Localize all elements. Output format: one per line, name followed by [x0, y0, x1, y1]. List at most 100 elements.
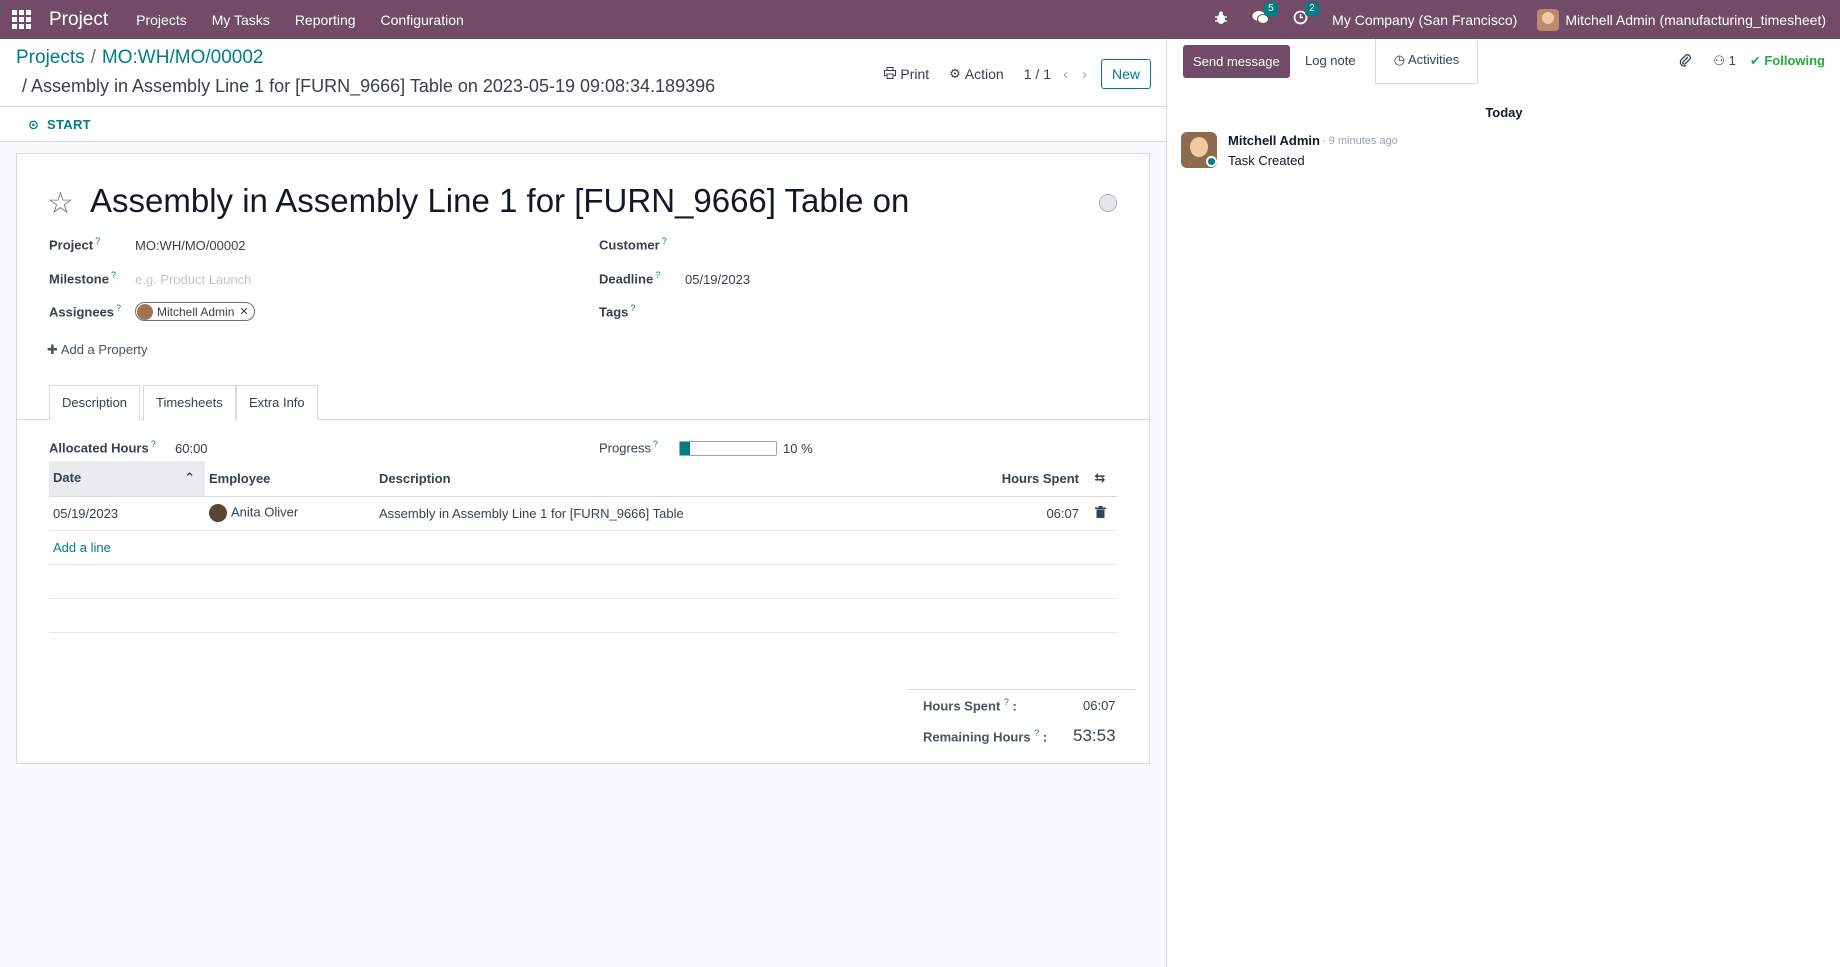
chatter-panel: Send message Log note ◷ Activities ⚇ 1 ✔… [1166, 39, 1840, 967]
top-navbar: Project Projects My Tasks Reporting Conf… [0, 0, 1840, 39]
statusbar: ⊙ START [0, 106, 1166, 142]
row-date[interactable]: 05/19/2023 [49, 496, 205, 531]
printer-icon [884, 66, 897, 82]
row-hours[interactable]: 06:07 [963, 496, 1083, 531]
milestone-label: Milestone? [49, 270, 116, 287]
start-label: START [47, 117, 91, 132]
activities-button[interactable]: ◷ Activities [1375, 39, 1478, 84]
pager-value[interactable]: 1 / 1 [1024, 66, 1051, 82]
pager-previous-icon[interactable]: ‹ [1063, 66, 1068, 83]
messages-count-badge: 5 [1264, 2, 1278, 16]
column-date[interactable]: Date ⌃ [49, 461, 205, 497]
menu-my-tasks[interactable]: My Tasks [212, 12, 270, 28]
timesheet-table: Date ⌃ Employee Description Hours Spent ⇆… [49, 461, 1117, 633]
breadcrumb: Projects / MO:WH/MO/00002 [16, 47, 263, 69]
play-icon: ⊙ [28, 117, 40, 132]
messages-icon[interactable]: 5 [1252, 2, 1278, 29]
date-separator: Today [1485, 105, 1523, 120]
action-label: Action [964, 66, 1004, 82]
breadcrumb-projects[interactable]: Projects [16, 47, 85, 68]
remove-assignee-icon[interactable]: ✕ [239, 305, 248, 318]
attachment-paperclip-icon[interactable] [1679, 52, 1692, 70]
menu-configuration[interactable]: Configuration [381, 12, 464, 28]
user-name: Mitchell Admin (manufacturing_timesheet) [1565, 11, 1826, 28]
tab-extra-info[interactable]: Extra Info [236, 385, 318, 420]
activities-clock-icon[interactable]: 2 [1293, 2, 1319, 29]
breadcrumb-separator: / [90, 47, 96, 68]
assignees-label: Assignees? [49, 303, 122, 320]
apps-menu-icon[interactable] [12, 10, 31, 29]
company-switcher[interactable]: My Company (San Francisco) [1332, 12, 1517, 28]
table-header-row: Date ⌃ Employee Description Hours Spent ⇆ [49, 461, 1117, 497]
user-icon: ⚇ [1713, 53, 1725, 68]
progress-value: 10 % [783, 441, 813, 456]
total-hours-spent-label: Hours Spent ? : [923, 697, 1017, 714]
app-brand[interactable]: Project [49, 9, 108, 31]
action-button[interactable]: ⚙ Action [949, 66, 1004, 82]
chatter-topbar: Send message Log note ◷ Activities ⚇ 1 ✔… [1167, 39, 1840, 84]
control-panel: Projects / MO:WH/MO/00002 / Assembly in As… [0, 39, 1166, 106]
employee-avatar [209, 504, 227, 522]
assignee-tag[interactable]: Mitchell Admin ✕ [135, 302, 255, 321]
remaining-hours-label: Remaining Hours ? : [923, 728, 1048, 745]
followers-button[interactable]: ⚇ 1 [1713, 53, 1736, 69]
add-line-row: Add a line [49, 530, 1117, 565]
menu-projects[interactable]: Projects [136, 12, 187, 28]
pager-next-icon[interactable]: › [1082, 66, 1087, 83]
column-hours-spent[interactable]: Hours Spent [963, 461, 1083, 497]
table-row[interactable]: 05/19/2023 Anita Oliver Assembly in Asse… [49, 496, 1117, 531]
add-property-button[interactable]: ✚ Add a Property [47, 342, 148, 358]
bug-icon[interactable] [1214, 11, 1228, 29]
print-button[interactable]: Print [884, 66, 929, 82]
user-menu[interactable]: Mitchell Admin (manufacturing_timesheet) [1537, 8, 1826, 31]
row-employee[interactable]: Anita Oliver [205, 496, 375, 531]
online-status-icon [1206, 156, 1217, 167]
start-timer-button[interactable]: ⊙ START [28, 117, 91, 133]
priority-star-icon[interactable]: ☆ [47, 186, 74, 221]
allocated-hours-field[interactable]: 60:00 [175, 441, 208, 456]
milestone-field[interactable]: e.g. Product Launch [135, 272, 251, 287]
customer-label: Customer? [599, 236, 667, 253]
tags-label: Tags? [599, 303, 636, 320]
following-button[interactable]: ✔ Following [1750, 53, 1825, 69]
clock-icon: ◷ [1393, 52, 1406, 67]
message-body: Task Created [1228, 153, 1305, 168]
print-label: Print [900, 66, 930, 82]
deadline-label: Deadline? [599, 270, 661, 287]
tab-description[interactable]: Description [49, 385, 141, 420]
optional-columns-icon[interactable]: ⇆ [1083, 461, 1117, 497]
log-note-button[interactable]: Log note [1305, 53, 1356, 68]
totals-divider [907, 689, 1135, 690]
form-sheet: ☆ Assembly in Assembly Line 1 for [FURN_… [16, 153, 1151, 764]
progress-label: Progress? [599, 439, 659, 456]
breadcrumb-project[interactable]: MO:WH/MO/00002 [102, 47, 264, 68]
message-author[interactable]: Mitchell Admin [1228, 133, 1320, 148]
send-message-button[interactable]: Send message [1183, 45, 1290, 78]
notebook-tabs: Description Timesheets Extra Info [17, 385, 1151, 421]
empty-row [49, 598, 1117, 633]
new-button[interactable]: New [1100, 59, 1151, 89]
trash-icon[interactable] [1083, 496, 1117, 531]
task-name-input[interactable]: Assembly in Assembly Line 1 for [FURN_96… [90, 182, 909, 220]
tab-timesheets[interactable]: Timesheets [143, 385, 236, 421]
row-description[interactable]: Assembly in Assembly Line 1 for [FURN_96… [375, 496, 963, 531]
progress-bar-fill [680, 442, 690, 455]
plus-icon: ✚ [47, 342, 58, 357]
activities-count-badge: 2 [1305, 2, 1319, 16]
user-avatar [1537, 8, 1560, 31]
total-hours-spent-value: 06:07 [1083, 698, 1116, 713]
gear-icon: ⚙ [949, 66, 961, 81]
message-time: - 9 minutes ago [1322, 135, 1398, 147]
column-employee[interactable]: Employee [205, 461, 375, 497]
kanban-state-icon[interactable] [1099, 194, 1117, 212]
add-line-button[interactable]: Add a line [53, 540, 111, 555]
deadline-field[interactable]: 05/19/2023 [685, 272, 750, 287]
project-field[interactable]: MO:WH/MO/00002 [135, 238, 246, 253]
remaining-hours-value: 53:53 [1073, 726, 1116, 745]
progress-bar [679, 441, 777, 456]
assignee-avatar [137, 303, 153, 320]
column-description[interactable]: Description [375, 461, 963, 497]
menu-reporting[interactable]: Reporting [295, 12, 356, 28]
empty-row [49, 564, 1117, 599]
form-view: Projects / MO:WH/MO/00002 / Assembly in As… [0, 39, 1166, 967]
